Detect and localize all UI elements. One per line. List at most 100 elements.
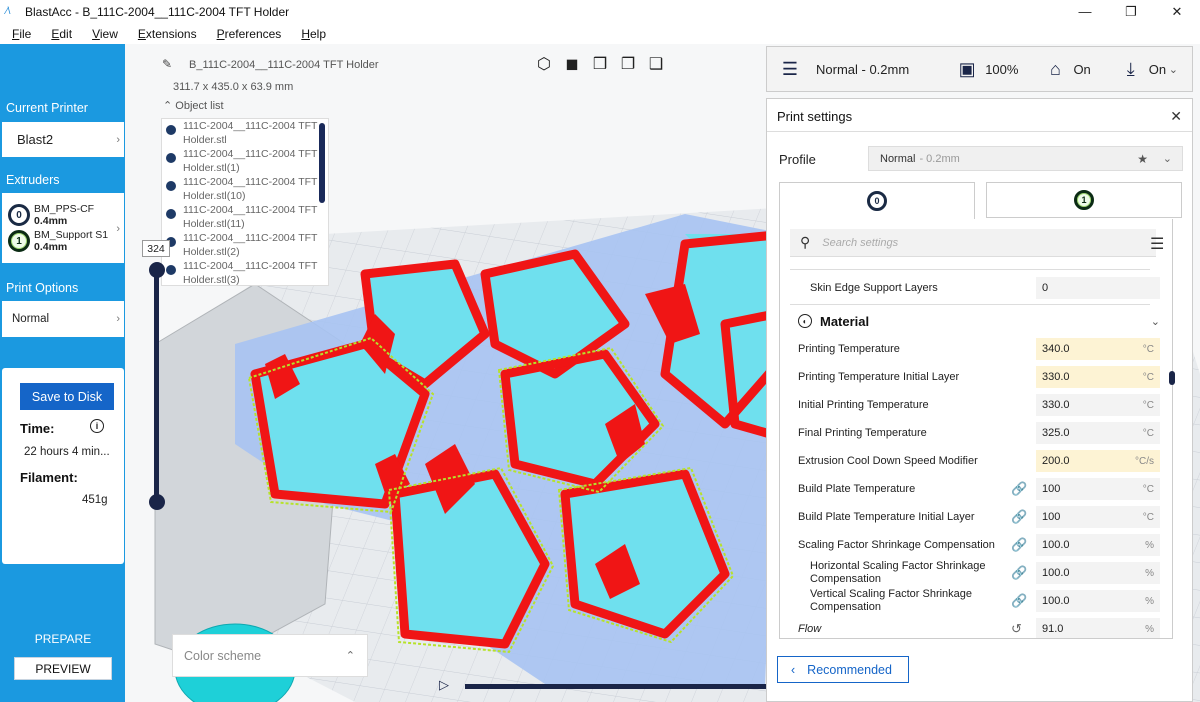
setting-field[interactable]: 100 °C [1036,506,1160,528]
setting-value: 0 [1042,282,1049,294]
setting-unit: °C/s [1135,455,1154,467]
time-label: Time: [20,421,55,436]
recommended-button[interactable]: ‹ Recommended [777,656,909,683]
setting-field[interactable]: 100.0% [1036,534,1160,556]
setting-row: Flow ↺ 91.0% [780,615,1172,638]
setting-label: Printing Temperature [798,342,900,355]
layer-slider-bottom-handle[interactable] [149,494,165,510]
setting-field[interactable]: 100.0% [1036,590,1160,612]
profile-name: Normal [880,152,916,165]
setting-field[interactable]: 91.0% [1036,618,1160,638]
layer-slider[interactable] [154,270,159,502]
link-icon[interactable]: 🔗 [1011,537,1027,553]
view-left-icon[interactable]: ❐ [619,56,637,74]
list-item[interactable]: 111C-2004__111C-2004 TFT Holder.stl(2) [162,231,328,259]
view-front-icon[interactable]: ◼ [563,56,581,74]
setting-field[interactable]: 340.0 °C [1036,338,1160,360]
profile-dropdown[interactable]: Normal - 0.2mm ★ ⌄ [868,146,1183,171]
extruder-1-nozzle: 0.4mm [34,241,68,253]
link-icon[interactable]: 🔗 [1011,481,1027,497]
setting-label: Vertical Scaling Factor Shrinkage Compens… [810,588,972,614]
simulation-slider[interactable] [465,684,775,689]
printer-selector[interactable]: Blast2 › [2,122,124,157]
color-scheme-dropdown[interactable]: Color scheme ⌃ [172,634,368,677]
setting-field[interactable]: 330.0 °C [1036,366,1160,388]
menu-file[interactable]: File [4,27,39,41]
link-icon[interactable]: 🔗 [1011,593,1027,609]
menu-view[interactable]: View [84,27,126,41]
list-item[interactable]: 111C-2004__111C-2004 TFT Holder.stl(1) [162,147,328,175]
job-name[interactable]: B_111C-2004__111C-2004 TFT Holder [189,59,379,71]
infill-icon: ▣ [958,58,976,79]
setting-row: Printing Temperature Initial Layer 330.0… [780,363,1172,391]
menu-help[interactable]: Help [293,27,334,41]
tab-extruder-1[interactable]: 1 [986,182,1182,218]
view-right-icon[interactable]: ❑ [647,56,665,74]
object-name-line: Holder.stl(1) [183,162,240,174]
setting-row: Build Plate Temperature 🔗 100 °C [780,475,1172,503]
stage-prepare-tab[interactable]: PREPARE [14,632,112,646]
setting-value: 100.0 [1042,539,1070,551]
setting-label: Flow [798,622,822,635]
object-dot-icon [166,153,176,163]
setting-field[interactable]: 100.0% [1036,562,1160,584]
save-to-disk-button[interactable]: Save to Disk [20,383,114,410]
extruder-1-icon: 1 [1074,190,1094,210]
close-window-button[interactable]: ✕ [1154,0,1200,23]
setting-field[interactable]: 330.0 °C [1036,394,1160,416]
list-item[interactable]: 111C-2004__111C-2004 TFT Holder.stl(11) [162,203,328,231]
profile-label: Profile [779,152,816,167]
setting-field[interactable]: 100 °C [1036,478,1160,500]
minimize-button[interactable]: — [1062,0,1108,23]
object-dot-icon [166,181,176,191]
tab-extruder-0[interactable]: 0 [779,182,975,219]
setting-value: 100.0 [1042,595,1070,607]
settings-scrollbar[interactable] [1169,371,1175,385]
reset-icon[interactable]: ↺ [1011,621,1022,637]
search-input[interactable]: ⚲ Search settings [790,229,1156,257]
maximize-button[interactable]: ❐ [1108,0,1154,23]
setting-field[interactable]: 325.0 °C [1036,422,1160,444]
layer-number-input[interactable]: 324 [142,240,170,257]
close-icon[interactable]: ✕ [1170,108,1182,125]
divider [790,269,1150,270]
material-section-header[interactable]: ◐ Material ⌄ [780,307,1172,335]
setting-unit: % [1145,623,1154,635]
view-3d-icon[interactable]: ⬡ [535,56,553,74]
list-item[interactable]: 111C-2004__111C-2004 TFT Holder.stl [162,119,328,147]
pen-icon[interactable]: ✎ [162,57,172,71]
view-top-icon[interactable]: ❒ [591,56,609,74]
link-icon[interactable]: 🔗 [1011,565,1027,581]
menu-preferences[interactable]: Preferences [209,27,290,41]
layer-slider-top-handle[interactable] [149,262,165,278]
list-item[interactable]: 111C-2004__111C-2004 TFT Holder.stl(3) [162,259,328,285]
stage-preview-tab[interactable]: PREVIEW [14,657,112,680]
object-list-scrollbar[interactable] [319,123,325,203]
extruder-selector[interactable]: 0 BM_PPS-CF 0.4mm 1 BM_Support S1 0.4mm › [2,193,124,263]
link-icon[interactable]: 🔗 [1011,509,1027,525]
chevron-down-icon: ⌄ [1168,63,1178,76]
menu-edit[interactable]: Edit [43,27,80,41]
window-controls: — ❐ ✕ [1062,0,1200,23]
setting-label: Build Plate Temperature Initial Layer [798,510,975,523]
info-icon[interactable]: i [90,419,104,433]
setting-field[interactable]: 0 [1036,277,1160,299]
quick-infill: 100% [985,61,1019,77]
setting-label-line: Compensation [810,601,881,613]
quick-settings-bar[interactable]: ☰ Normal - 0.2mm ▣ 100% ⌂ On ⤓ On ⌄ [766,46,1193,92]
list-item[interactable]: 111C-2004__111C-2004 TFT Holder.stl(10) [162,175,328,203]
print-options-header: Print Options [6,281,79,295]
print-options-selector[interactable]: Normal › [2,301,124,337]
hamburger-icon[interactable]: ☰ [1150,234,1168,254]
object-name-line: 111C-2004__111C-2004 TFT [183,204,318,216]
setting-label: Printing Temperature Initial Layer [798,370,960,383]
play-simulation-icon[interactable]: ▷ [439,677,449,693]
object-list-toggle[interactable]: ⌃ Object list [163,99,224,112]
left-sidebar: Current Printer Blast2 › Extruders 0 BM_… [0,44,125,702]
section-label: Material [820,313,870,329]
setting-label: Extrusion Cool Down Speed Modifier [798,454,978,467]
star-icon[interactable]: ★ [1137,152,1148,166]
menu-extensions[interactable]: Extensions [130,27,205,41]
setting-field[interactable]: 200.0 °C/s [1036,450,1160,472]
setting-value: 330.0 [1042,399,1070,411]
